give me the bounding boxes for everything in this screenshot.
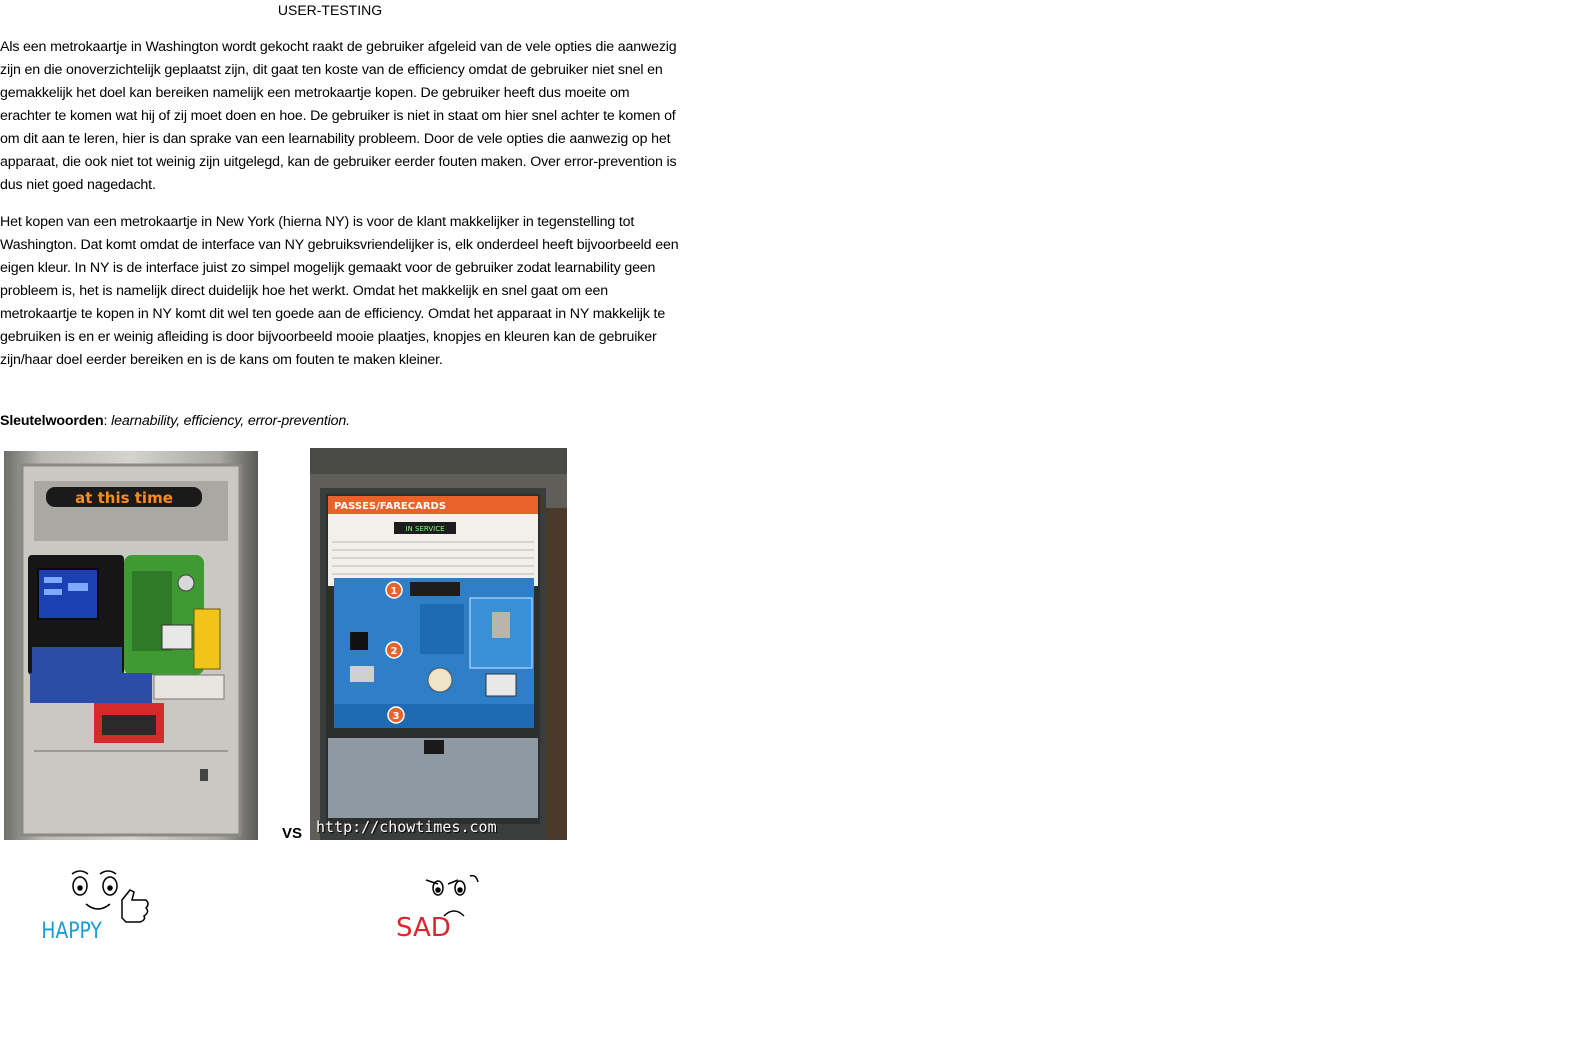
right-eyebrow-icon (99, 870, 117, 875)
sad-face-doodle: SAD (392, 866, 487, 946)
ny-header-text: PASSES/FARECARDS (334, 501, 446, 512)
thumbs-up-icon (121, 889, 149, 923)
vs-label: VS (282, 825, 303, 842)
new-york-metro-machine-photo: PASSES/FARECARDS IN SERVICE 1 2 3 http:/… (310, 448, 567, 840)
svg-text:1: 1 (391, 586, 398, 597)
washington-metro-machine-photo: at this time (4, 451, 258, 840)
keywords-value: learnability, efficiency, error-preventi… (111, 413, 350, 429)
keywords-label: Sleutelwoorden (0, 413, 104, 429)
happy-label: HAPPY (41, 918, 102, 944)
keywords-separator: : (103, 413, 112, 429)
paragraph-washington: Als een metrokaartje in Washington wordt… (0, 39, 677, 193)
ny-service-text: IN SERVICE (405, 525, 444, 533)
paragraph-new-york: Het kopen van een metrokaartje in New Yo… (0, 214, 679, 368)
smile-icon (85, 903, 111, 910)
happy-face-doodle: HAPPY (38, 866, 158, 946)
document-title: USER-TESTING (277, 2, 383, 18)
svg-text:2: 2 (391, 646, 398, 657)
watermark-url: http://chowtimes.com (316, 818, 497, 836)
display-text: at this time (75, 489, 173, 507)
svg-text:3: 3 (393, 711, 400, 722)
keywords-line: Sleutelwoorden: learnability, efficiency… (0, 410, 680, 433)
left-eyebrow-icon (71, 870, 89, 875)
sad-label: SAD (396, 913, 451, 943)
